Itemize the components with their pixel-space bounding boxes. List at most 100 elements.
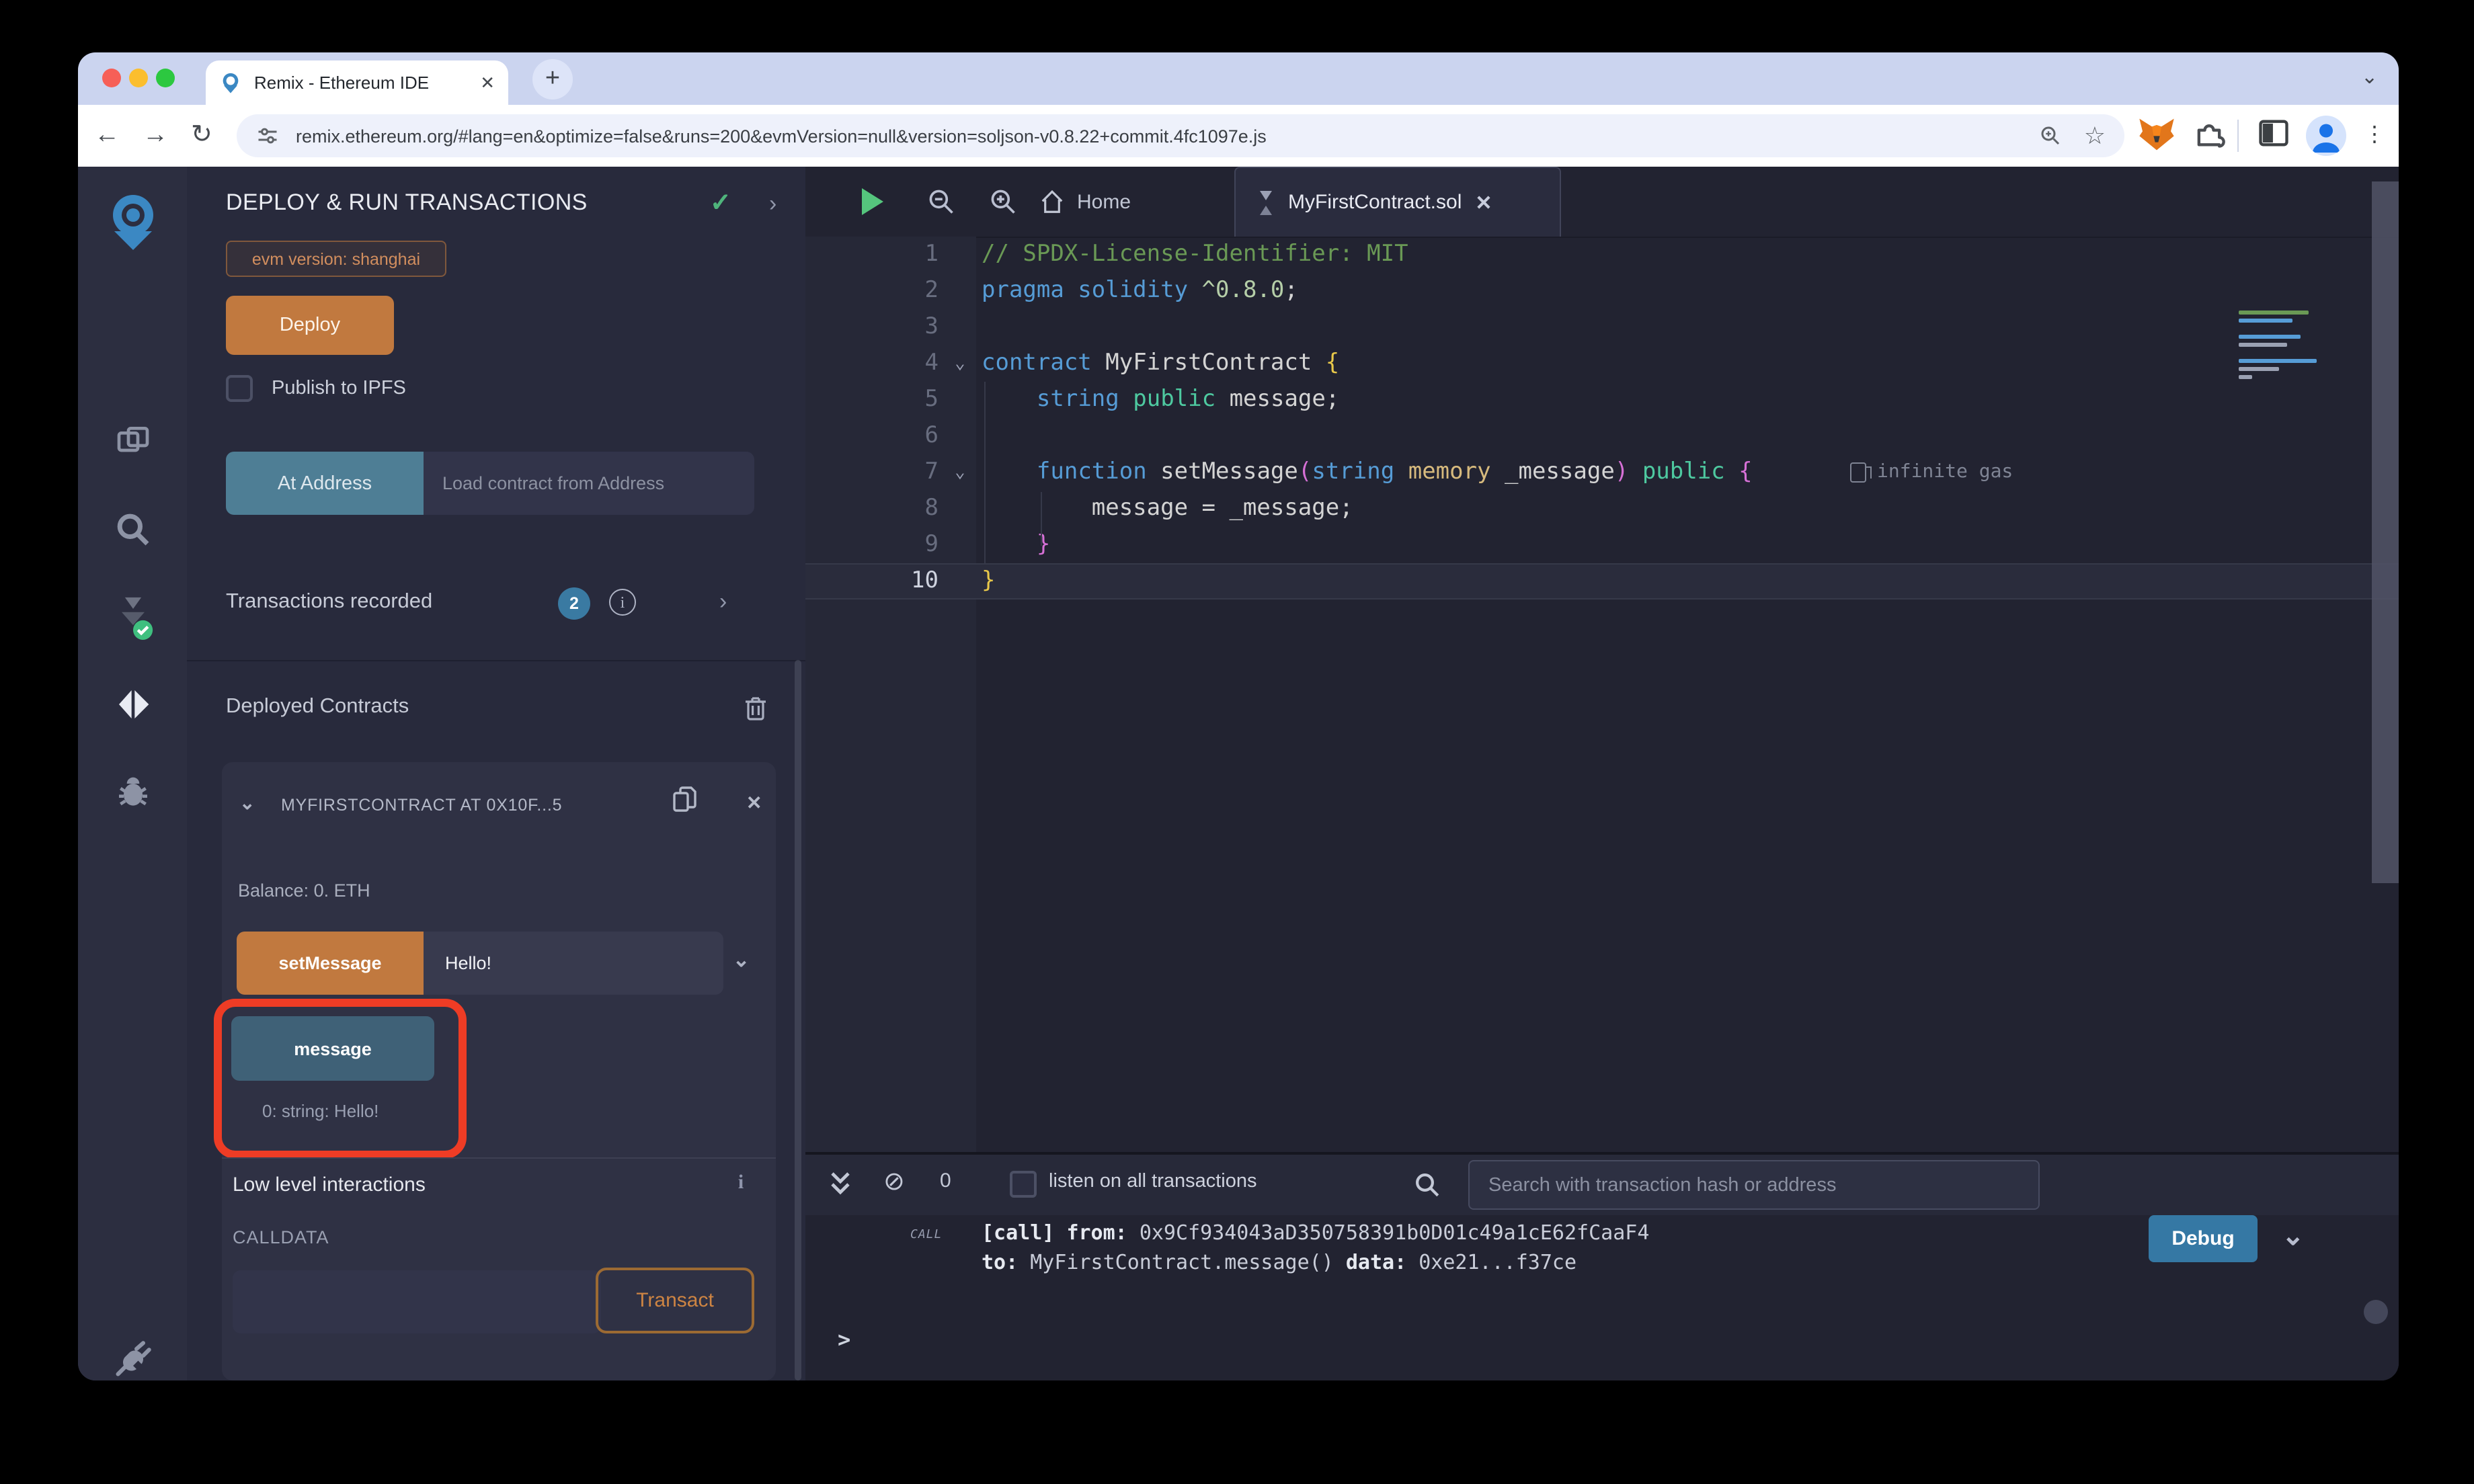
message-getter-button[interactable]: message	[231, 1016, 434, 1081]
publish-ipfs-checkbox[interactable]	[226, 375, 253, 402]
site-settings-icon[interactable]	[255, 124, 280, 148]
remix-logo-icon[interactable]	[78, 191, 187, 253]
contract-collapse-chevron-icon[interactable]: ⌄	[239, 792, 255, 815]
menu-kebab-icon[interactable]: ⋮	[2364, 121, 2385, 148]
tab-search-icon[interactable]: ⌄	[2361, 65, 2378, 89]
at-address-button[interactable]: At Address	[226, 452, 424, 515]
terminal-search-input[interactable]	[1468, 1160, 2040, 1210]
code-line[interactable]: 2pragma solidity ^0.8.0;	[805, 273, 2399, 309]
minimap[interactable]	[2239, 311, 2319, 383]
deployed-contract-card: ⌄ MYFIRSTCONTRACT AT 0X10F...5 ✕ Balance…	[222, 762, 776, 1380]
panel-check-icon: ✓	[710, 188, 731, 219]
editor-tab-bar: Home MyFirstContract.sol ✕	[805, 167, 2399, 238]
deployed-contracts-title: Deployed Contracts	[226, 695, 409, 719]
tab-title: Remix - Ethereum IDE	[254, 73, 472, 93]
debugger-icon[interactable]	[78, 774, 187, 812]
code-line[interactable]: 10}	[805, 563, 2399, 600]
bookmark-star-icon[interactable]: ☆	[2084, 122, 2106, 150]
tx-count-badge: 2	[558, 587, 590, 620]
tx-recorded-label: Transactions recorded	[226, 590, 432, 614]
set-message-input[interactable]	[424, 932, 723, 995]
tx-info-icon[interactable]: i	[609, 589, 636, 616]
code-line[interactable]: 6	[805, 418, 2399, 454]
metamask-icon[interactable]	[2138, 116, 2176, 153]
panel-scrollbar[interactable]	[795, 660, 801, 1380]
url-text[interactable]: remix.ethereum.org/#lang=en&optimize=fal…	[296, 126, 2038, 146]
solidity-file-icon	[1257, 189, 1275, 216]
maximize-window-button[interactable]	[156, 69, 175, 87]
low-level-info-icon[interactable]: i	[727, 1171, 754, 1198]
toolbar-divider	[2237, 120, 2239, 152]
indent-guide	[984, 382, 986, 563]
log-expand-chevron-icon[interactable]: ⌄	[2282, 1219, 2305, 1253]
copy-address-icon[interactable]	[671, 785, 698, 815]
terminal-log[interactable]: [call] from: 0x9Cf934043aD350758391b0D01…	[982, 1218, 1649, 1277]
tab-home[interactable]: Home	[1039, 167, 1131, 237]
scroll-to-bottom-button[interactable]	[2364, 1300, 2388, 1324]
set-message-button[interactable]: setMessage	[237, 932, 424, 995]
terminal-search-icon	[1413, 1171, 1441, 1199]
debug-button[interactable]: Debug	[2149, 1215, 2258, 1262]
code-editor[interactable]: 1// SPDX-License-Identifier: MIT2pragma …	[805, 237, 2399, 1152]
expand-terminal-icon[interactable]	[830, 1171, 851, 1198]
terminal-prompt: >	[838, 1327, 850, 1352]
zoom-out-icon[interactable]	[926, 187, 956, 216]
trash-icon[interactable]	[744, 695, 768, 722]
file-tab-close-icon[interactable]: ✕	[1475, 190, 1492, 214]
listen-all-checkbox[interactable]	[1010, 1171, 1037, 1198]
back-icon[interactable]: ←	[94, 105, 120, 167]
icon-rail: ⚙	[78, 167, 188, 1380]
code-lines: 1// SPDX-License-Identifier: MIT2pragma …	[805, 237, 2399, 600]
profile-avatar[interactable]	[2306, 116, 2346, 156]
at-address-input[interactable]	[424, 452, 754, 515]
pending-tx-count: 0	[940, 1169, 951, 1192]
panel-title: DEPLOY & RUN TRANSACTIONS	[226, 190, 588, 216]
transact-button[interactable]: Transact	[596, 1268, 754, 1333]
contract-remove-icon[interactable]: ✕	[746, 792, 762, 815]
editor-scrollbar[interactable]	[2372, 181, 2399, 883]
code-line[interactable]: 5 string public message;	[805, 382, 2399, 418]
browser-tab[interactable]: Remix - Ethereum IDE ✕	[206, 60, 508, 105]
contract-instance-title[interactable]: MYFIRSTCONTRACT AT 0X10F...5	[281, 796, 562, 815]
publish-ipfs-label: Publish to IPFS	[272, 378, 406, 399]
url-bar[interactable]: remix.ethereum.org/#lang=en&optimize=fal…	[237, 114, 2124, 157]
home-icon	[1039, 189, 1065, 214]
gas-estimate-annotation: infinite gas	[1850, 454, 2013, 491]
new-tab-button[interactable]: +	[532, 59, 573, 99]
editor-zone: Home MyFirstContract.sol ✕ 1// SPDX-Lice…	[805, 167, 2399, 1380]
tab-myfirstcontract[interactable]: MyFirstContract.sol ✕	[1234, 167, 1561, 237]
gas-pump-icon	[1850, 462, 1866, 483]
file-explorer-icon[interactable]	[78, 422, 187, 460]
code-line[interactable]: 8 message = _message;	[805, 491, 2399, 527]
forward-icon[interactable]: →	[143, 105, 168, 167]
code-line[interactable]: 3	[805, 309, 2399, 345]
set-message-expand-chevron-icon[interactable]: ⌄	[733, 948, 750, 972]
calldata-input[interactable]	[233, 1270, 601, 1333]
panel-pin-chevron-icon[interactable]: ›	[769, 191, 776, 218]
solidity-compiler-icon[interactable]	[78, 594, 187, 640]
code-line[interactable]: 9 }	[805, 527, 2399, 563]
deploy-button[interactable]: Deploy	[226, 296, 394, 355]
zoom-in-icon[interactable]	[988, 187, 1018, 216]
minimize-window-button[interactable]	[129, 69, 148, 87]
deploy-run-icon[interactable]	[78, 686, 187, 723]
extensions-icon[interactable]	[2192, 116, 2227, 151]
code-line[interactable]: 1// SPDX-License-Identifier: MIT	[805, 237, 2399, 273]
zoom-page-icon[interactable]	[2038, 124, 2063, 148]
plugin-manager-icon[interactable]	[78, 1339, 187, 1379]
side-panel-icon[interactable]	[2256, 116, 2291, 151]
run-script-play-icon[interactable]	[859, 187, 886, 216]
tx-expand-chevron-icon[interactable]: ›	[719, 589, 727, 616]
indent-guide	[1041, 492, 1042, 546]
tab-close-icon[interactable]: ✕	[480, 72, 495, 93]
browser-window: Remix - Ethereum IDE ✕ + ⌄ ← → ↻ remix.e…	[78, 52, 2399, 1380]
remix-app: ⚙ DEPLOY & RUN TRANSACTIONS ✓ › evm vers…	[78, 167, 2399, 1380]
reload-icon[interactable]: ↻	[191, 105, 212, 167]
code-line[interactable]: 4⌄contract MyFirstContract {	[805, 345, 2399, 382]
terminal-header: ⊘ 0 listen on all transactions	[805, 1155, 2399, 1215]
file-tab-label: MyFirstContract.sol	[1288, 191, 1462, 214]
clear-console-icon[interactable]: ⊘	[883, 1167, 905, 1198]
close-window-button[interactable]	[102, 69, 121, 87]
code-line[interactable]: 7⌄ function setMessage(string memory _me…	[805, 454, 2399, 491]
search-icon[interactable]	[78, 511, 187, 548]
